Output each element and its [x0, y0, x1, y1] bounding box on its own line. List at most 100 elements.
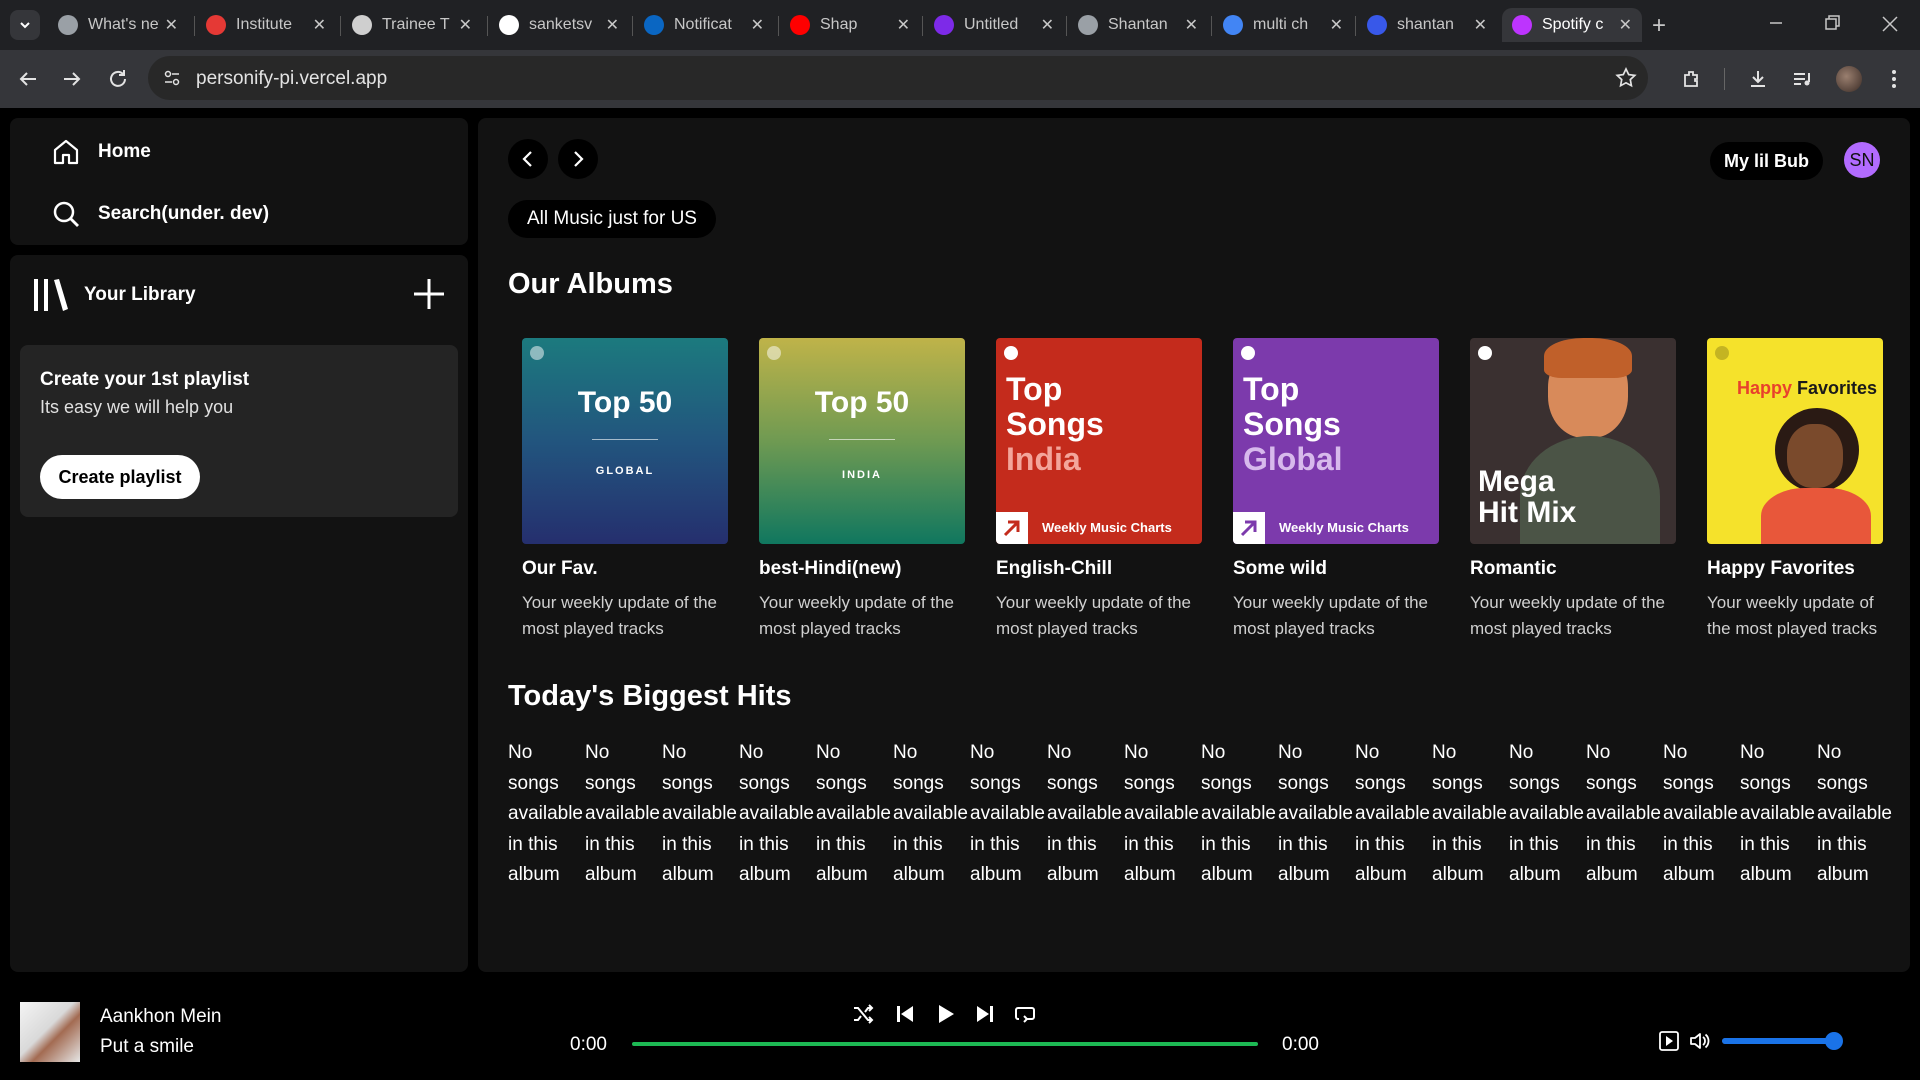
- browser-tab[interactable]: Trainee T ✕: [342, 8, 482, 42]
- empty-song-placeholder: No songs available in this album: [816, 742, 891, 885]
- album-cover: Top Songs India Weekly Music Charts: [996, 338, 1202, 544]
- browser-tab[interactable]: What's new ✕: [48, 8, 188, 42]
- volume-slider[interactable]: [1722, 1032, 1844, 1050]
- arrow-right-icon: [64, 72, 81, 86]
- browser-tab[interactable]: Shap ✕: [780, 8, 920, 42]
- empty-song-placeholder: No songs available in this album: [1355, 742, 1430, 885]
- toolbar-divider: [1724, 68, 1725, 90]
- close-window-button[interactable]: [1880, 14, 1900, 34]
- cover-title: Happy Favorites: [1737, 378, 1877, 399]
- close-icon[interactable]: ✕: [165, 15, 178, 35]
- tab-title: shantan: [1397, 16, 1454, 33]
- album-card[interactable]: Top 50 GLOBAL Our Fav. Your weekly updat…: [522, 338, 732, 642]
- artist-photo: [1757, 408, 1877, 544]
- album-description: Your weekly update of the most played tr…: [1233, 593, 1429, 638]
- media-control-icon[interactable]: [1790, 67, 1814, 91]
- browser-tab[interactable]: Untitled ✕: [924, 8, 1064, 42]
- browser-tab[interactable]: multi ch ✕: [1213, 8, 1353, 42]
- canva-icon: [934, 15, 954, 35]
- previous-button[interactable]: [893, 1002, 917, 1026]
- close-icon[interactable]: ✕: [1474, 15, 1487, 35]
- user-menu-button[interactable]: My lil Bub: [1710, 142, 1823, 180]
- playlist-play-icon: [1659, 1031, 1679, 1051]
- album-card[interactable]: Mega Hit Mix Romantic Your weekly update…: [1470, 338, 1680, 642]
- nav-back-button[interactable]: [508, 139, 548, 179]
- album-card[interactable]: Top 50 INDIA best-Hindi(new) Your weekly…: [759, 338, 969, 642]
- close-icon[interactable]: ✕: [606, 15, 619, 35]
- restore-button[interactable]: [1823, 14, 1843, 34]
- extensions-icon[interactable]: [1680, 67, 1704, 91]
- close-icon[interactable]: ✕: [1185, 15, 1198, 35]
- browser-tab[interactable]: sanketsv ✕: [489, 8, 629, 42]
- site-info-icon[interactable]: [162, 68, 182, 88]
- address-bar[interactable]: personify-pi.vercel.app: [148, 56, 1648, 100]
- tab-title: What's new: [88, 16, 159, 33]
- url-text: personify-pi.vercel.app: [196, 68, 388, 89]
- album-card[interactable]: Happy Favorites Happy Favorites Your wee…: [1707, 338, 1883, 642]
- tab-separator: [632, 16, 633, 36]
- bookmark-star-icon[interactable]: [1614, 66, 1638, 90]
- tab-search-button[interactable]: [10, 10, 40, 40]
- browser-tab[interactable]: Notificat ✕: [634, 8, 774, 42]
- browser-toolbar: personify-pi.vercel.app: [0, 50, 1920, 108]
- browser-tab[interactable]: Shantan ✕: [1068, 8, 1208, 42]
- empty-song-placeholder: No songs available in this album: [1740, 742, 1815, 885]
- close-icon[interactable]: ✕: [751, 15, 764, 35]
- download-icon[interactable]: [1746, 67, 1770, 91]
- tab-title: multi ch: [1253, 16, 1309, 33]
- close-icon[interactable]: ✕: [1041, 15, 1054, 35]
- volume-knob[interactable]: [1825, 1032, 1844, 1050]
- volume-icon: [1690, 1033, 1710, 1049]
- close-icon[interactable]: ✕: [1330, 15, 1343, 35]
- repeat-button[interactable]: [1013, 1002, 1037, 1026]
- cover-divider: [829, 439, 895, 440]
- vite-icon: [1512, 15, 1532, 35]
- shuffle-button[interactable]: [851, 1002, 875, 1026]
- now-playing-cover[interactable]: [20, 1002, 80, 1062]
- spotify-logo-icon: [1241, 346, 1255, 360]
- cover-line: Songs: [1243, 406, 1341, 442]
- skip-back-icon: [897, 1006, 913, 1022]
- tab-separator: [922, 16, 923, 36]
- tab-separator: [194, 16, 195, 36]
- chrome-icon: [58, 15, 78, 35]
- chevron-down-icon: [20, 22, 30, 29]
- close-icon[interactable]: ✕: [313, 15, 326, 35]
- nav-forward-button[interactable]: [558, 139, 598, 179]
- close-icon[interactable]: ✕: [897, 15, 910, 35]
- browser-tab[interactable]: Spotify c ✕: [1502, 8, 1642, 42]
- more-menu-icon[interactable]: [1882, 67, 1906, 91]
- album-card[interactable]: Top Songs India Weekly Music Charts Engl…: [996, 338, 1206, 642]
- filter-chip[interactable]: All Music just for US: [508, 200, 716, 238]
- library-header[interactable]: Your Library: [32, 277, 196, 313]
- sidebar-item-search[interactable]: Search(under. dev): [50, 198, 269, 230]
- queue-button[interactable]: [1658, 1030, 1680, 1052]
- cover-subtitle: GLOBAL: [595, 465, 655, 477]
- create-playlist-button[interactable]: Create playlist: [40, 455, 200, 499]
- empty-song-placeholder: No songs available in this album: [893, 742, 968, 885]
- new-tab-button[interactable]: +: [1652, 12, 1666, 40]
- avatar[interactable]: SN: [1844, 142, 1880, 178]
- cover-title: Top Songs Global: [1243, 372, 1343, 477]
- sidebar-item-home[interactable]: Home: [50, 136, 151, 168]
- browser-tab[interactable]: Institute ✕: [196, 8, 336, 42]
- now-playing-subtitle[interactable]: Put a smile: [100, 1036, 194, 1058]
- reload-button[interactable]: [106, 67, 130, 91]
- repeat-icon: [1015, 1007, 1035, 1023]
- volume-button[interactable]: [1688, 1030, 1710, 1052]
- minimize-button[interactable]: [1766, 12, 1786, 32]
- back-button[interactable]: [16, 67, 40, 91]
- play-button[interactable]: [933, 1002, 957, 1026]
- now-playing-title[interactable]: Aankhon Mein: [100, 1006, 221, 1028]
- cover-line: Songs: [1006, 406, 1104, 442]
- close-icon[interactable]: ✕: [459, 15, 472, 35]
- main-content: My lil Bub SN All Music just for US Our …: [478, 118, 1910, 972]
- album-card[interactable]: Top Songs Global Weekly Music Charts Som…: [1233, 338, 1443, 642]
- next-button[interactable]: [973, 1002, 997, 1026]
- forward-button[interactable]: [60, 67, 84, 91]
- browser-tab[interactable]: shantan ✕: [1357, 8, 1497, 42]
- progress-track[interactable]: [632, 1042, 1258, 1046]
- profile-avatar[interactable]: [1836, 66, 1862, 92]
- close-icon[interactable]: ✕: [1619, 15, 1632, 35]
- add-playlist-button[interactable]: [412, 277, 446, 311]
